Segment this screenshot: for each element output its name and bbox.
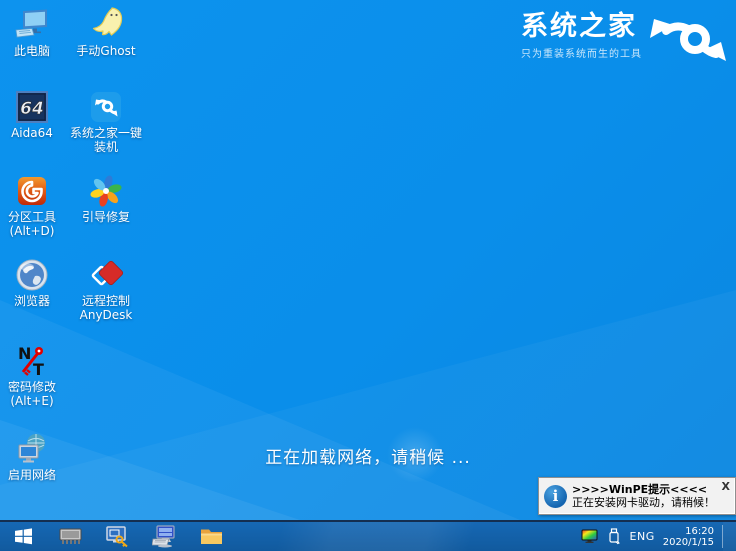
- system-tray: ENG 16:20 2020/1/15: [576, 522, 736, 551]
- this-pc-icon: [14, 8, 50, 42]
- brand-logo: 系统之家 只为重装系统而生的工具: [521, 12, 728, 64]
- diskgenius-icon: [15, 174, 49, 208]
- anydesk-icon: [88, 258, 124, 292]
- brand-subtitle: 只为重装系统而生的工具: [521, 45, 642, 60]
- brand-title: 系统之家: [521, 12, 642, 42]
- desktop-icon-anydesk[interactable]: 远程控制AnyDesk: [66, 258, 146, 322]
- windows-logo-icon: [13, 526, 34, 547]
- desktop-icon-label: 引导修复: [66, 210, 146, 224]
- clock-time: 16:20: [663, 526, 714, 537]
- desktop-icon-this-pc[interactable]: 此电脑: [0, 8, 72, 58]
- taskbar-keyboard-pc-button[interactable]: [141, 522, 188, 551]
- keyboard-pc-icon: [152, 525, 177, 549]
- ghost-icon: [88, 6, 124, 42]
- clock-date: 2020/1/15: [663, 537, 714, 548]
- svg-text:T: T: [33, 360, 44, 378]
- folder-icon: [199, 526, 224, 547]
- desktop-background: 此电脑 64 Aida64 分区工具(Alt+D): [0, 0, 736, 520]
- desktop-icon-label: 远程控制AnyDesk: [66, 294, 146, 322]
- desktop-icon-browser[interactable]: 浏览器: [0, 258, 72, 308]
- taskbar-clock[interactable]: 16:20 2020/1/15: [663, 526, 714, 548]
- desktop-icon-partition-tool[interactable]: 分区工具(Alt+D): [0, 174, 72, 238]
- desktop-icon-label: Aida64: [0, 126, 72, 140]
- brand-swoosh-arrow-icon: [648, 12, 728, 64]
- desktop-icon-aida64[interactable]: 64 Aida64: [0, 90, 72, 140]
- desktop-icon-label: 密码修改(Alt+E): [0, 380, 72, 408]
- taskbar-file-explorer-button[interactable]: [188, 522, 235, 551]
- desktop-icon-label: 浏览器: [0, 294, 72, 308]
- desktop-icon-password-reset[interactable]: N T 密码修改(Alt+E): [0, 344, 72, 408]
- notification-text: >>>>WinPE提示<<<< 正在安装网卡驱动，请稍候！: [572, 483, 735, 510]
- brand-text: 系统之家 只为重装系统而生的工具: [521, 12, 642, 60]
- browser-globe-icon: [15, 258, 49, 292]
- desktop-icon-label: 手动Ghost: [66, 44, 146, 58]
- display-color-icon[interactable]: [581, 529, 598, 544]
- desktop-icon-label: 此电脑: [0, 44, 72, 58]
- taskbar: ENG 16:20 2020/1/15: [0, 520, 736, 551]
- aida64-icon: 64: [15, 90, 49, 124]
- usb-device-icon[interactable]: [608, 528, 620, 545]
- info-icon: i: [544, 485, 567, 508]
- desktop-icon-manual-ghost[interactable]: 手动Ghost: [66, 6, 146, 58]
- notification-body: 正在安装网卡驱动，请稍候！: [572, 496, 735, 510]
- svg-text:64: 64: [20, 99, 44, 119]
- loading-status-text: 正在加载网络，请稍候 ...: [0, 443, 736, 468]
- boot-repair-pinwheel-icon: [89, 174, 123, 208]
- show-desktop-button[interactable]: [723, 522, 736, 551]
- start-button[interactable]: [0, 522, 47, 551]
- close-icon[interactable]: X: [722, 480, 730, 493]
- language-indicator[interactable]: ENG: [630, 530, 655, 543]
- winpe-desktop: { "desktop": { "brand": { "title": "系统之家…: [0, 0, 736, 551]
- onekey-install-icon: [89, 90, 123, 124]
- taskbar-ram-tool-button[interactable]: [47, 522, 94, 551]
- desktop-icon-label: 启用网络: [0, 468, 72, 482]
- desktop-icon-label: 分区工具(Alt+D): [0, 210, 72, 238]
- notification-title: >>>>WinPE提示<<<<: [572, 483, 735, 496]
- svg-text:N: N: [18, 344, 31, 363]
- desktop-icon-label: 系统之家一键装机: [66, 126, 146, 154]
- ram-chip-icon: [57, 525, 84, 548]
- desktop-icon-onekey-install[interactable]: 系统之家一键装机: [66, 90, 146, 154]
- desktop-icon-boot-repair[interactable]: 引导修复: [66, 174, 146, 224]
- screen-lock-icon: [105, 525, 130, 549]
- winpe-notification: i >>>>WinPE提示<<<< 正在安装网卡驱动，请稍候！ X: [538, 477, 736, 515]
- taskbar-screen-lock-button[interactable]: [94, 522, 141, 551]
- nt-password-icon: N T: [15, 344, 49, 378]
